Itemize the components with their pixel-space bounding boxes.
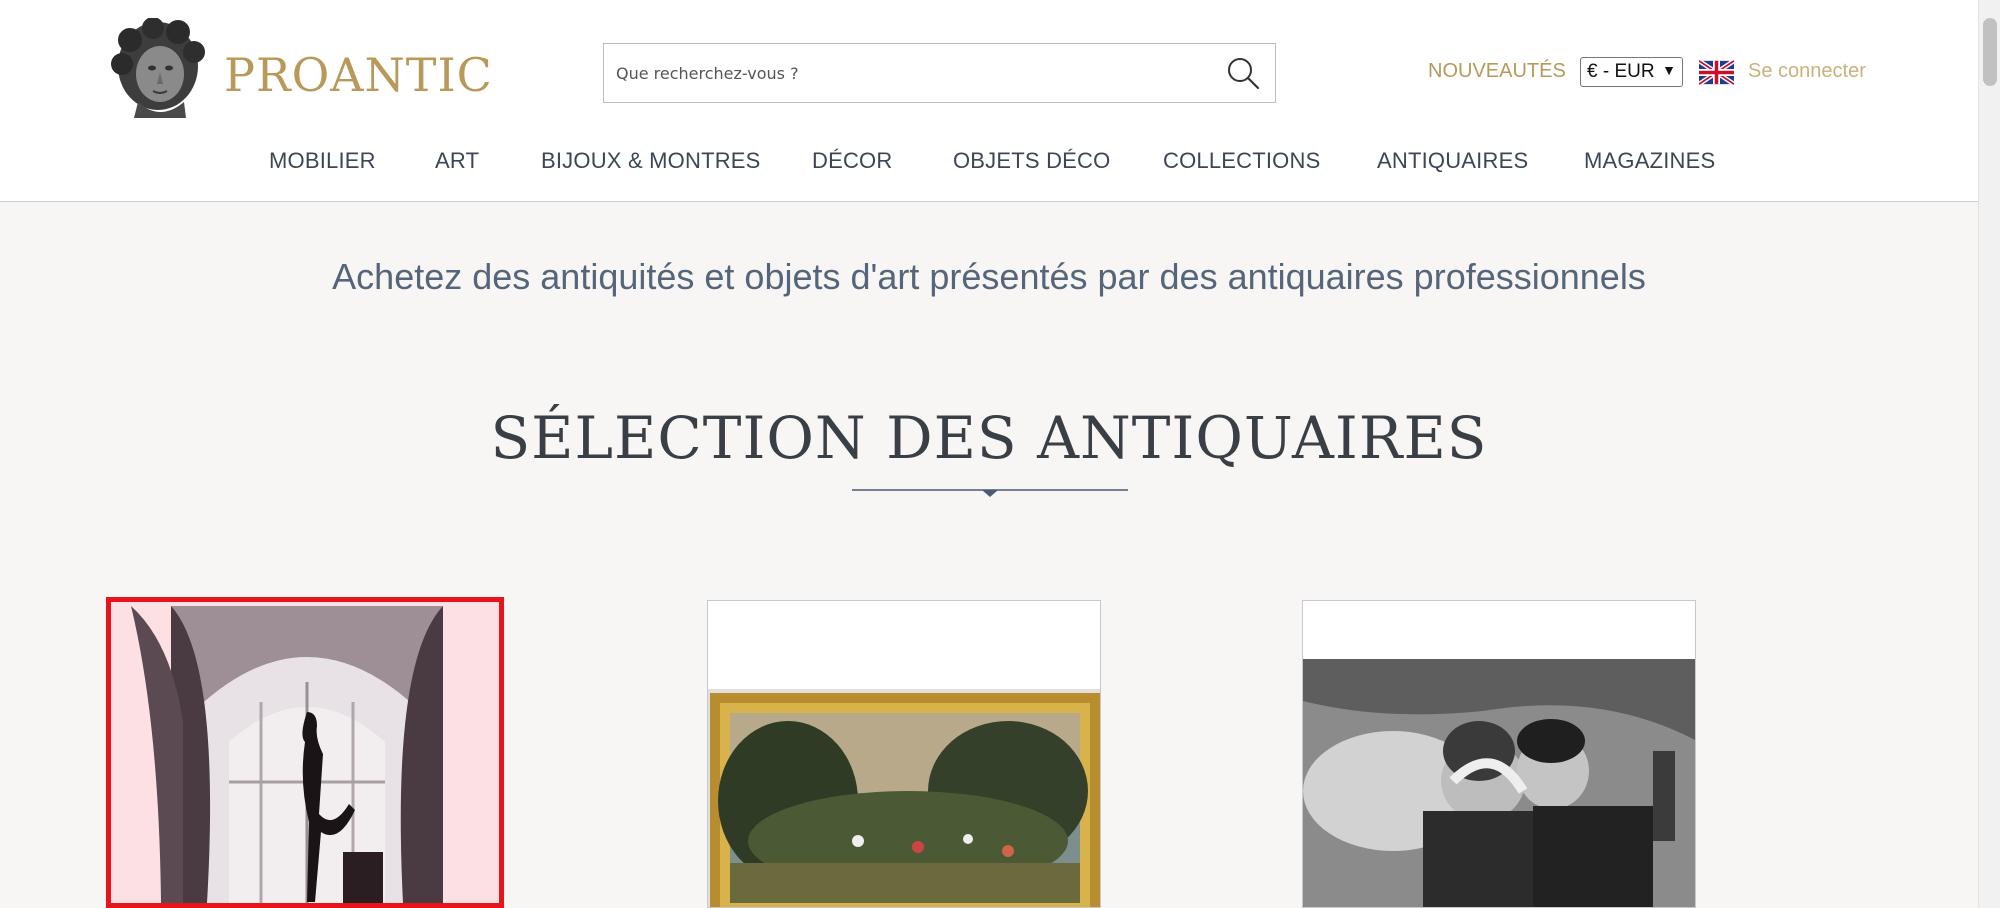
- product-image-3[interactable]: [1303, 601, 1696, 908]
- bust-logo-icon: [111, 18, 205, 118]
- product-card-2[interactable]: [707, 600, 1101, 908]
- login-link[interactable]: Se connecter: [1748, 60, 1866, 83]
- search-icon[interactable]: [1225, 55, 1261, 91]
- logo-text[interactable]: PROANTIC: [224, 48, 493, 102]
- logo[interactable]: PROANTIC: [108, 18, 492, 123]
- nav-item-objets-deco[interactable]: OBJETS DÉCO: [953, 148, 1110, 174]
- nouveautes-link[interactable]: NOUVEAUTÉS: [1428, 60, 1566, 83]
- tagline: Achetez des antiquités et objets d'art p…: [332, 256, 1646, 297]
- section-title: SÉLECTION DES ANTIQUAIRES: [490, 404, 1488, 472]
- chevron-down-icon: ▼: [1662, 62, 1676, 78]
- nav-item-antiquaires[interactable]: ANTIQUAIRES: [1377, 148, 1528, 174]
- product-image-1[interactable]: [111, 602, 499, 903]
- scrollbar-thumb[interactable]: [1983, 18, 1997, 86]
- nav-item-collections[interactable]: COLLECTIONS: [1163, 148, 1320, 174]
- search-input[interactable]: [604, 44, 1204, 102]
- currency-value: € - EUR: [1587, 61, 1655, 82]
- nav-item-magazines[interactable]: MAGAZINES: [1584, 148, 1715, 174]
- scrollbar[interactable]: [1978, 0, 2000, 908]
- currency-select[interactable]: € - EUR ▼: [1580, 57, 1683, 87]
- nav-item-art[interactable]: ART: [435, 148, 479, 174]
- main-nav: MOBILIER ART BIJOUX & MONTRES DÉCOR OBJE…: [0, 148, 1978, 178]
- search-box: [603, 43, 1276, 103]
- uk-flag-icon[interactable]: [1699, 60, 1734, 85]
- product-card-1[interactable]: [106, 597, 504, 908]
- product-image-2[interactable]: [708, 601, 1101, 908]
- nav-item-decor[interactable]: DÉCOR: [812, 148, 892, 174]
- title-divider: [852, 489, 1128, 497]
- nav-item-bijoux-montres[interactable]: BIJOUX & MONTRES: [541, 148, 761, 174]
- nav-item-mobilier[interactable]: MOBILIER: [269, 148, 376, 174]
- product-card-3[interactable]: [1302, 600, 1696, 908]
- site-header: PROANTIC NOUVEAUTÉS € - EUR ▼ Se connect…: [0, 0, 1978, 202]
